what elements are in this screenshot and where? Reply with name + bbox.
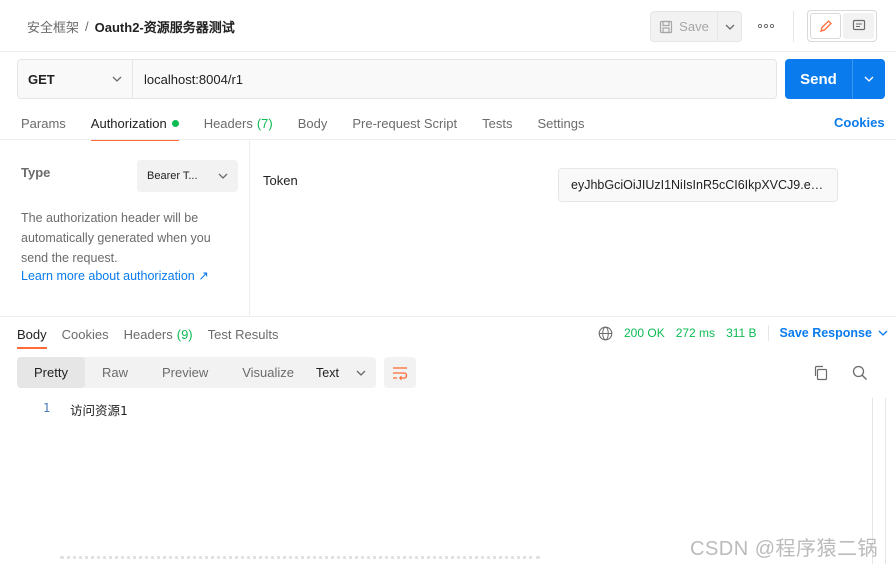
status-divider (767, 325, 769, 341)
url-value: localhost:8004/r1 (144, 71, 244, 87)
view-mode-visualize[interactable]: Visualize (225, 357, 311, 388)
tab-label: Authorization (90, 115, 167, 131)
auth-type-value: Bearer T... (147, 170, 198, 182)
view-mode-label: Visualize (242, 365, 295, 380)
copy-button[interactable] (812, 364, 830, 382)
copy-icon (814, 365, 828, 381)
chevron-down-icon (112, 76, 122, 82)
wrap-lines-button[interactable] (384, 357, 416, 388)
view-mode-pretty[interactable]: Pretty (17, 357, 85, 388)
auth-type-label: Type (21, 165, 51, 180)
response-tab-headers[interactable]: Headers (9) (124, 325, 193, 343)
send-dropdown-button[interactable] (852, 59, 885, 99)
tab-label: Params (21, 115, 66, 131)
send-button-label: Send (800, 70, 837, 88)
watermark: CSDN @程序猿二锅头 (690, 538, 879, 560)
chevron-down-icon (864, 76, 874, 82)
line-number: 1 (43, 401, 51, 415)
pencil-icon (819, 20, 832, 32)
response-status: 200 OK 272 ms 311 B Save Response (598, 325, 888, 341)
comment-icon (852, 19, 865, 31)
breadcrumb-parent[interactable]: 安全框架 (27, 17, 79, 36)
globe-icon[interactable] (598, 326, 613, 341)
tab-label: Settings (537, 115, 585, 131)
view-mode-group: Pretty Raw Preview Visualize (17, 357, 312, 388)
send-button[interactable]: Send (785, 59, 852, 99)
breadcrumb: 安全框架 / Oauth2-资源服务器测试 (27, 17, 235, 36)
method-value: GET (28, 71, 55, 87)
tab-label: Pre-request Script (352, 115, 458, 131)
tab-settings[interactable]: Settings (537, 113, 584, 133)
tab-label: Body (17, 326, 47, 342)
tab-count: (9) (176, 326, 193, 342)
view-mode-label: Pretty (34, 365, 68, 380)
search-icon (852, 365, 867, 380)
save-response-label: Save Response (779, 326, 872, 340)
method-select[interactable]: GET (17, 59, 133, 99)
more-options-button[interactable] (754, 14, 778, 38)
view-mode-raw[interactable]: Raw (85, 357, 145, 388)
tab-params[interactable]: Params (21, 113, 66, 133)
search-button[interactable] (851, 364, 869, 382)
response-tabs: Body Cookies Headers (9) Test Results (17, 325, 293, 349)
wrap-lines-icon (393, 366, 408, 380)
response-body-line[interactable]: 访问资源1 (70, 400, 128, 419)
tab-authorization[interactable]: Authorization (90, 113, 179, 141)
view-mode-preview[interactable]: Preview (145, 357, 225, 388)
format-value: Text (316, 365, 339, 380)
view-toggle (807, 10, 877, 42)
chevron-down-icon (218, 173, 228, 179)
tab-body[interactable]: Body (298, 113, 328, 133)
save-icon (660, 20, 673, 33)
request-title[interactable]: Oauth2-资源服务器测试 (95, 17, 235, 36)
save-dropdown-button[interactable] (718, 11, 742, 42)
tab-label: Headers (203, 115, 253, 131)
chevron-down-icon (356, 370, 366, 376)
status-code[interactable]: 200 OK (624, 326, 665, 340)
auth-description: The authorization header will be automat… (21, 211, 211, 265)
response-tab-body[interactable]: Body (17, 325, 47, 349)
save-response-button[interactable]: Save Response (780, 326, 888, 340)
tab-tests[interactable]: Tests (482, 113, 512, 133)
bottom-edge-fragment (60, 556, 540, 564)
tab-label: Cookies (61, 326, 109, 342)
response-divider (0, 316, 896, 317)
ellipsis-icon (758, 24, 774, 28)
chevron-down-icon (878, 330, 888, 336)
response-time[interactable]: 272 ms (676, 326, 715, 340)
save-button-label: Save (679, 19, 709, 34)
send-group: Send (785, 59, 885, 99)
request-tabs: Params Authorization Headers (7) Body Pre… (21, 113, 609, 141)
tab-label: Test Results (207, 326, 279, 342)
response-tab-cookies[interactable]: Cookies (62, 325, 109, 343)
format-select[interactable]: Text (306, 357, 376, 388)
tab-label: Tests (482, 115, 513, 131)
response-size[interactable]: 311 B (726, 326, 756, 340)
tab-label: Body (297, 115, 328, 131)
response-tab-test-results[interactable]: Test Results (208, 325, 279, 343)
token-value: eyJhbGciOiJIUzI1NiIsInR5cCI6IkpXVCJ9.eyJ… (571, 178, 825, 192)
active-indicator-dot (171, 119, 179, 127)
tab-label: Headers (123, 326, 173, 342)
token-input[interactable]: eyJhbGciOiJIUzI1NiIsInR5cCI6IkpXVCJ9.eyJ… (558, 168, 838, 202)
tab-pre-request-script[interactable]: Pre-request Script (352, 113, 457, 133)
auth-type-select[interactable]: Bearer T... (137, 160, 238, 192)
tab-headers[interactable]: Headers (7) (204, 113, 273, 133)
breadcrumb-separator: / (85, 19, 89, 34)
url-input[interactable]: localhost:8004/r1 (132, 59, 777, 99)
view-mode-label: Raw (101, 365, 128, 380)
toolbar-divider (793, 11, 794, 42)
save-button[interactable]: Save (650, 11, 718, 42)
save-group: Save (650, 11, 742, 42)
token-label: Token (263, 173, 298, 188)
tab-count: (7) (256, 115, 273, 131)
learn-more-link[interactable]: Learn more about authorization ↗ (21, 268, 209, 283)
edit-mode-button[interactable] (810, 13, 842, 39)
documentation-button[interactable] (843, 13, 874, 39)
chevron-down-icon (725, 24, 734, 30)
view-mode-label: Preview (161, 365, 209, 380)
cookies-link[interactable]: Cookies (834, 115, 885, 130)
